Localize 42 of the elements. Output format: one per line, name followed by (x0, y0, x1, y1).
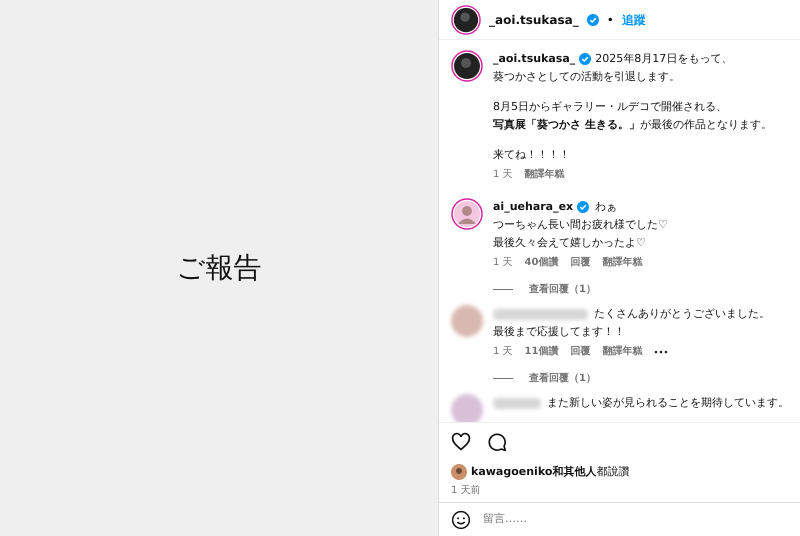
comment-text: 最後久々会えて嬉しかったよ♡ (493, 235, 647, 251)
view-replies-link[interactable]: 查看回覆（1） (529, 282, 596, 297)
comment-text: つーちゃん長い間お疲れ様でした♡ (493, 217, 668, 233)
comment-text: 最後まで応援してます！！ (493, 324, 626, 340)
reply-link[interactable]: 回覆 (570, 343, 590, 361)
username[interactable]: ai_uehara_ex (493, 198, 574, 216)
avatar[interactable] (451, 198, 483, 230)
caption-text: 葵つかさとしての活動を引退します。 (493, 69, 680, 85)
blurred-avatar (451, 305, 483, 337)
caption-text: 写真展「葵つかさ 生きる。」が最後の作品となります。 (493, 117, 772, 133)
emoji-icon[interactable] (451, 510, 471, 530)
caption-text: 8月5日からギャラリー・ルデコで開催される、 (493, 99, 727, 115)
caption-text: 来てね！！！！ (493, 147, 570, 163)
separator-dot: • (606, 12, 614, 28)
comment-text: たくさんありがとうございました。 (594, 306, 770, 322)
likes-summary: kawagoeniko和其他人都說讚 (471, 464, 630, 480)
reply-link[interactable]: 回覆 (570, 254, 590, 272)
heart-icon[interactable] (451, 432, 471, 452)
username[interactable]: _aoi.tsukasa_ (493, 50, 576, 68)
post-title: ご報告 (176, 250, 262, 286)
likes-count[interactable]: 11個讚 (524, 343, 558, 361)
liker-avatar[interactable] (451, 464, 467, 480)
more-icon[interactable] (654, 350, 668, 354)
profile-avatar[interactable] (451, 4, 481, 34)
timestamp: 1 天 (493, 168, 513, 182)
post-date: 1 天前 (450, 484, 482, 498)
timestamp: 1 天 (493, 256, 513, 270)
view-replies-link[interactable]: 查看回覆（1） (529, 371, 596, 386)
caption-text: 2025年8月17日をもって、 (595, 51, 732, 67)
comment-text: また新しい姿が見られることを期待しています。 (547, 395, 789, 411)
follow-button[interactable]: 追蹤 (622, 10, 646, 28)
likes-count[interactable]: 40個讚 (524, 254, 558, 272)
comment-field[interactable]: 留言…… (483, 511, 788, 528)
timestamp: 1 天 (493, 345, 513, 359)
blurred-avatar (451, 394, 483, 422)
translate-link[interactable]: 翻譯年糕 (602, 343, 642, 361)
comment-text: わぁ (595, 199, 618, 215)
translate-link[interactable]: 翻譯年糕 (602, 254, 642, 272)
comment-icon[interactable] (487, 432, 507, 452)
translate-link[interactable]: 翻譯年糕 (524, 166, 565, 184)
username[interactable]: _aoi.tsukasa_ (489, 10, 579, 28)
profile-avatar[interactable] (451, 50, 483, 82)
